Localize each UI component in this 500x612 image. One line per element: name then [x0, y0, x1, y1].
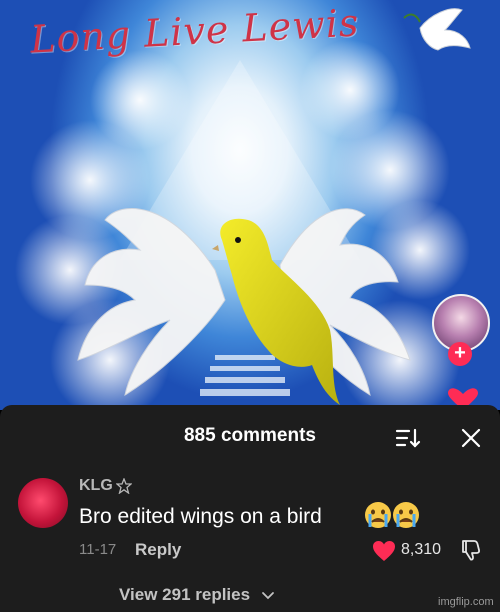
comment-username[interactable]: KLG [79, 477, 113, 495]
comment-date: 11-17 [79, 541, 117, 558]
creator-avatar[interactable]: + [432, 294, 492, 366]
crying-face-emoji-icon [393, 502, 419, 528]
video-artwork [15, 8, 471, 410]
comment-text: Bro edited wings on a bird [79, 505, 322, 528]
reply-button[interactable]: Reply [135, 540, 181, 560]
like-heart-icon[interactable] [372, 540, 396, 562]
watermark: imgflip.com [438, 596, 494, 608]
follow-plus-icon[interactable]: + [448, 342, 472, 366]
commenter-avatar[interactable] [18, 478, 68, 528]
comments-count-title: 885 comments [183, 425, 316, 446]
view-replies-button[interactable]: View 291 replies [119, 585, 250, 605]
like-count: 8,310 [401, 541, 442, 558]
crying-face-emoji-icon [365, 502, 391, 528]
close-icon[interactable] [460, 427, 482, 449]
dislike-icon[interactable] [459, 538, 483, 562]
sort-icon[interactable] [395, 427, 421, 449]
star-icon [116, 478, 132, 494]
chevron-down-icon[interactable] [261, 590, 275, 602]
video-player[interactable]: Long Live Lewis + [0, 0, 500, 410]
